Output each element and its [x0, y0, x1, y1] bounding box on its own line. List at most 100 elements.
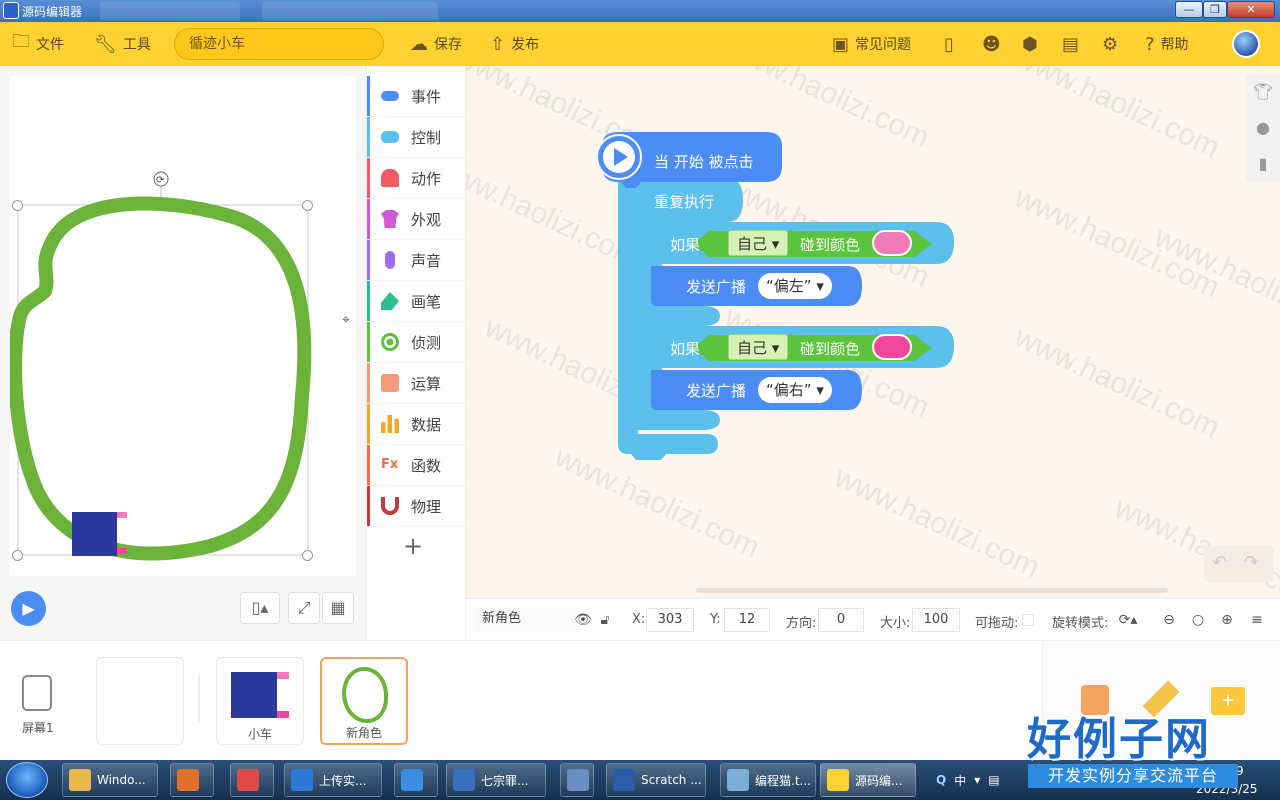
tools-menu[interactable]: 🔧︎ 工具: [94, 22, 151, 66]
category-sensing[interactable]: 侦测: [367, 322, 465, 363]
sprite-new[interactable]: 新角色: [320, 657, 408, 745]
script-area[interactable]: www.haolizi.com www.haolizi.com www.haoliz…: [466, 66, 1280, 598]
shirt-icon: [381, 210, 399, 228]
ime-label[interactable]: 中: [954, 772, 966, 789]
run-button[interactable]: ▶: [11, 591, 46, 626]
draggable-checkbox[interactable]: [1022, 614, 1034, 626]
category-operators[interactable]: 运算: [367, 363, 465, 404]
category-sound[interactable]: 声音: [367, 240, 465, 281]
broadcast-label-1[interactable]: 发送广播: [686, 276, 746, 297]
category-looks[interactable]: 外观: [367, 199, 465, 240]
category-data[interactable]: 数据: [367, 404, 465, 445]
fullscreen-icon[interactable]: ⤢: [288, 592, 320, 624]
tablet-icon: [22, 675, 52, 711]
screen-item[interactable]: 屏幕1: [10, 657, 70, 737]
taskbar-app[interactable]: Scratch ...: [606, 763, 706, 797]
taskbar-app[interactable]: 编程猫.t...: [720, 763, 816, 797]
screen-thumbnail[interactable]: [96, 657, 184, 745]
app-icon: [567, 769, 589, 791]
lock-icon[interactable]: 🔓︎: [594, 609, 616, 631]
close-button[interactable]: ✕: [1227, 1, 1275, 18]
horizontal-scrollbar[interactable]: [696, 588, 1168, 593]
rotation-mode-dropdown[interactable]: ⟳▴: [1112, 609, 1144, 631]
minimize-button[interactable]: —: [1175, 1, 1203, 18]
faq-button[interactable]: ▣ 常见问题: [832, 22, 911, 66]
resize-handle[interactable]: [12, 200, 23, 211]
resize-handle[interactable]: [302, 550, 313, 561]
zoom-out-icon[interactable]: ⊖: [1158, 609, 1180, 631]
if-label-1[interactable]: 如果: [670, 234, 700, 255]
resize-handle[interactable]: [302, 200, 313, 211]
if-label-2[interactable]: 如果: [670, 338, 700, 359]
costume-icon[interactable]: 👕︎: [1246, 74, 1280, 110]
maximize-button[interactable]: ❐: [1203, 1, 1227, 18]
broadcast-label-2[interactable]: 发送广播: [686, 380, 746, 401]
browser-tab[interactable]: [262, 2, 438, 20]
color-swatch-right[interactable]: [872, 334, 912, 360]
menu-icon[interactable]: ≡: [1246, 609, 1268, 631]
sprite-dropdown-1[interactable]: 自己 ▾: [728, 230, 789, 256]
help-button[interactable]: ? 帮助: [1145, 22, 1189, 66]
eye-icon[interactable]: 👁︎: [572, 609, 594, 631]
sprite-car[interactable]: 小车: [216, 657, 304, 745]
taskbar-app[interactable]: Windo...: [62, 763, 158, 797]
size-input[interactable]: 100: [912, 608, 960, 632]
zoom-in-icon[interactable]: ⊕: [1216, 609, 1238, 631]
message-dropdown-right[interactable]: “偏右” ▾: [758, 377, 832, 403]
taskbar-app[interactable]: 七宗罪...: [446, 763, 546, 797]
when-flag-label[interactable]: 当 开始 被点击: [654, 151, 754, 172]
taskbar-app-label: Scratch ...: [641, 773, 702, 787]
stage-canvas[interactable]: ⟳: [10, 76, 356, 576]
sprite-dropdown-2[interactable]: 自己 ▾: [728, 334, 789, 360]
ime-icon[interactable]: Q: [936, 773, 946, 787]
category-motion[interactable]: 动作: [367, 158, 465, 199]
redo-icon[interactable]: ↷: [1244, 552, 1259, 573]
save-button[interactable]: ☁ 保存: [410, 22, 462, 66]
green-track: [10, 196, 312, 561]
category-pen[interactable]: 画笔: [367, 281, 465, 322]
forever-label[interactable]: 重复执行: [654, 191, 714, 212]
bag-button[interactable]: ▤: [1062, 22, 1079, 66]
browser-tab[interactable]: [100, 2, 240, 20]
device-select-button[interactable]: ▯▴: [240, 592, 280, 624]
file-menu[interactable]: 🗀 文件: [12, 22, 64, 66]
category-control[interactable]: 控制: [367, 117, 465, 158]
upload-folder-icon[interactable]: +: [1211, 687, 1245, 715]
x-input[interactable]: 303: [646, 608, 694, 632]
taskbar-app[interactable]: [230, 763, 274, 797]
resize-handle[interactable]: [12, 550, 23, 561]
device-button[interactable]: ▯: [944, 22, 954, 66]
app-icon: [613, 769, 635, 791]
category-events[interactable]: 事件: [367, 76, 465, 117]
undo-icon[interactable]: ↶: [1212, 552, 1227, 573]
taskbar-app[interactable]: [560, 763, 594, 797]
category-functions[interactable]: Fx 函数: [367, 445, 465, 486]
chart-icon[interactable]: ▮: [1246, 146, 1280, 182]
sprite-name-input[interactable]: 新角色: [476, 608, 576, 632]
taskbar-app[interactable]: [394, 763, 438, 797]
taskbar-app[interactable]: 源码编...: [820, 763, 916, 797]
microphone-icon[interactable]: ●: [1246, 110, 1280, 146]
grid-icon[interactable]: ▦: [322, 592, 354, 624]
tray-dropdown-icon[interactable]: ▾: [974, 773, 980, 787]
publish-button[interactable]: ⇧ 发布: [490, 22, 539, 66]
avatar[interactable]: [1232, 30, 1260, 58]
add-extension-button[interactable]: +: [403, 532, 423, 560]
color-swatch-left[interactable]: [872, 230, 912, 256]
direction-input[interactable]: 0: [818, 608, 864, 632]
taskbar-app[interactable]: [170, 763, 214, 797]
zoom-reset-icon[interactable]: ○: [1187, 609, 1209, 631]
tray-app-icon[interactable]: ▤: [988, 773, 999, 787]
category-physics[interactable]: 物理: [367, 486, 465, 527]
taskbar-app[interactable]: 上传实...: [284, 763, 382, 797]
app-icon: [453, 769, 475, 791]
robot-button[interactable]: ☻: [982, 22, 1001, 66]
settings-button[interactable]: ⚙: [1102, 22, 1118, 66]
crosshair-icon[interactable]: ⌖: [342, 312, 350, 328]
y-input[interactable]: 12: [724, 608, 770, 632]
project-name-input[interactable]: 循迹小车: [174, 28, 384, 60]
rotate-icon: ⟳: [156, 175, 165, 186]
message-dropdown-left[interactable]: “偏左” ▾: [758, 273, 832, 299]
extensions-button[interactable]: ⬢: [1022, 22, 1038, 66]
start-button[interactable]: [6, 762, 48, 798]
